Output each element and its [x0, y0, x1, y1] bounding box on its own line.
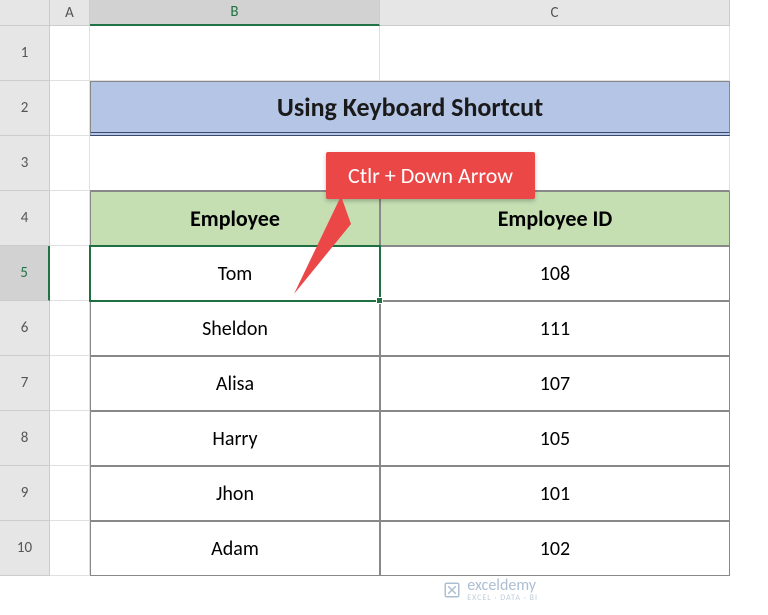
- row-header-9[interactable]: 9: [0, 466, 50, 521]
- row-header-5[interactable]: 5: [0, 246, 50, 301]
- cell-b1[interactable]: [90, 26, 380, 81]
- watermark: exceldemy EXCEL · DATA · BI: [443, 576, 538, 603]
- row-header-7[interactable]: 7: [0, 356, 50, 411]
- cell-c9[interactable]: 101: [380, 466, 730, 521]
- cell-a8[interactable]: [50, 411, 90, 466]
- row-header-10[interactable]: 10: [0, 521, 50, 576]
- cell-value: Tom: [218, 262, 253, 286]
- cell-c6[interactable]: 111: [380, 301, 730, 356]
- row-header-6[interactable]: 6: [0, 301, 50, 356]
- watermark-tagline: EXCEL · DATA · BI: [467, 593, 538, 603]
- row-header-3[interactable]: 3: [0, 136, 50, 191]
- cell-a10[interactable]: [50, 521, 90, 576]
- cell-b8[interactable]: Harry: [90, 411, 380, 466]
- cell-c5[interactable]: 108: [380, 246, 730, 301]
- spreadsheet-grid: A B C 1 2 Using Keyboard Shortcut 3 4 Em…: [0, 0, 768, 576]
- row-header-8[interactable]: 8: [0, 411, 50, 466]
- cell-c10[interactable]: 102: [380, 521, 730, 576]
- cell-a7[interactable]: [50, 356, 90, 411]
- cell-b6[interactable]: Sheldon: [90, 301, 380, 356]
- cell-a4[interactable]: [50, 191, 90, 246]
- title-cell[interactable]: Using Keyboard Shortcut: [90, 81, 730, 136]
- cell-b9[interactable]: Jhon: [90, 466, 380, 521]
- header-employee-id[interactable]: Employee ID: [380, 191, 730, 246]
- cell-a1[interactable]: [50, 26, 90, 81]
- watermark-text: exceldemy EXCEL · DATA · BI: [467, 576, 538, 603]
- cell-a3[interactable]: [50, 136, 90, 191]
- cell-c1[interactable]: [380, 26, 730, 81]
- cell-a9[interactable]: [50, 466, 90, 521]
- row-header-4[interactable]: 4: [0, 191, 50, 246]
- row-header-2[interactable]: 2: [0, 81, 50, 136]
- row-header-1[interactable]: 1: [0, 26, 50, 81]
- watermark-logo-icon: [443, 581, 461, 599]
- fill-handle[interactable]: [376, 297, 383, 304]
- col-header-a[interactable]: A: [50, 0, 90, 26]
- callout-text: Ctlr + Down Arrow: [326, 152, 535, 199]
- cell-c7[interactable]: 107: [380, 356, 730, 411]
- cell-b7[interactable]: Alisa: [90, 356, 380, 411]
- cell-a2[interactable]: [50, 81, 90, 136]
- select-all-corner[interactable]: [0, 0, 50, 26]
- cell-a6[interactable]: [50, 301, 90, 356]
- callout: Ctlr + Down Arrow: [326, 152, 535, 199]
- callout-tail-icon: [286, 186, 356, 296]
- cell-a5[interactable]: [50, 246, 90, 301]
- col-header-b[interactable]: B: [90, 0, 380, 26]
- col-header-c[interactable]: C: [380, 0, 730, 26]
- cell-b10[interactable]: Adam: [90, 521, 380, 576]
- cell-c8[interactable]: 105: [380, 411, 730, 466]
